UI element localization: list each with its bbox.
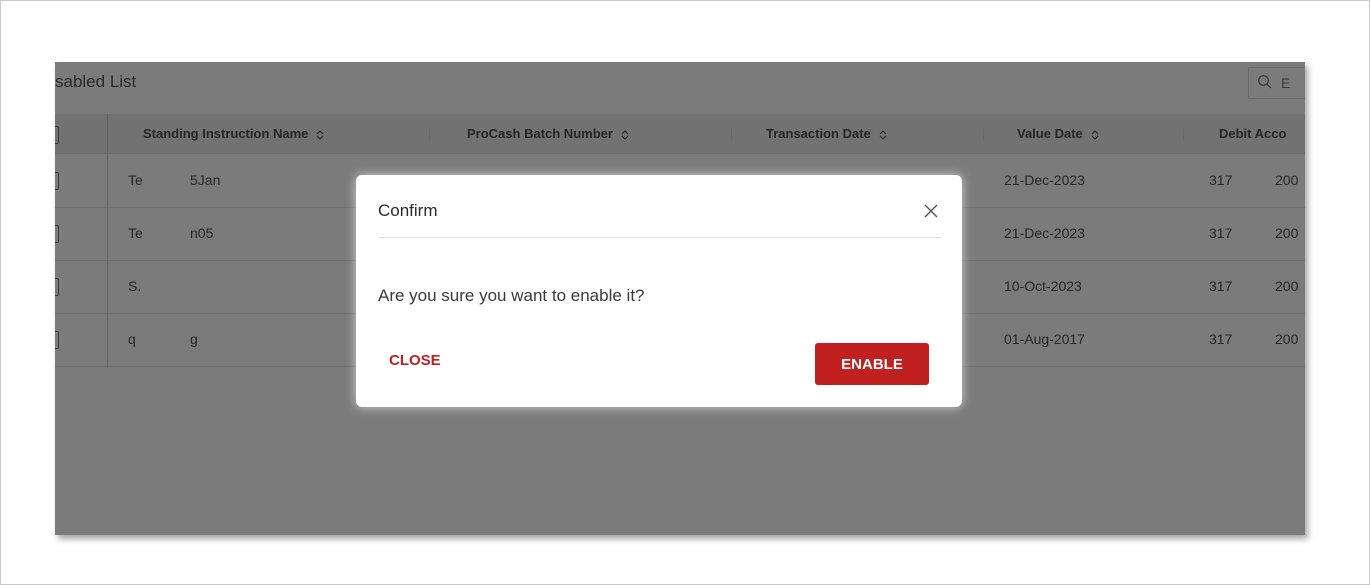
row-checkbox[interactable]	[55, 278, 59, 296]
search-text: E	[1281, 75, 1291, 91]
cell-debit-account-start: 317	[1209, 331, 1233, 347]
cell-name-end: 5Jan	[190, 172, 221, 188]
column-separator	[731, 128, 732, 140]
search-input[interactable]: E	[1248, 67, 1305, 99]
cell-name-start: q	[128, 331, 136, 347]
search-icon	[1258, 75, 1272, 89]
dialog-message: Are you sure you want to enable it?	[378, 286, 645, 305]
row-checkbox[interactable]	[55, 331, 59, 349]
panel-title: sabled List	[55, 72, 137, 91]
column-header-label: Value Date	[1017, 126, 1083, 141]
cell-debit-account-end: 200	[1275, 172, 1299, 188]
cell-name-start: S.	[128, 278, 142, 294]
cell-name-end: n05	[190, 225, 214, 241]
sort-icon	[1091, 129, 1099, 140]
row-checkbox[interactable]	[55, 225, 59, 243]
column-header-transaction-date[interactable]: Transaction Date	[766, 114, 887, 153]
cell-debit-account-end: 200	[1275, 331, 1299, 347]
cell-name-start: Te	[128, 225, 143, 241]
select-all-checkbox[interactable]	[55, 126, 59, 144]
sort-icon	[621, 129, 629, 140]
enable-button[interactable]: ENABLE	[815, 343, 929, 385]
column-header-label: Transaction Date	[766, 126, 871, 141]
column-separator	[429, 128, 430, 140]
column-header-debit-account[interactable]: Debit Acco	[1219, 114, 1286, 153]
cell-value-date: 10-Oct-2023	[1004, 278, 1082, 294]
column-header-value-date[interactable]: Value Date	[1017, 114, 1099, 153]
column-separator	[1183, 128, 1184, 140]
close-button[interactable]: CLOSE	[389, 352, 441, 369]
checkbox-column-divider	[107, 114, 108, 368]
sort-icon	[879, 129, 887, 140]
column-header-procash-batch-number[interactable]: ProCash Batch Number	[467, 114, 629, 153]
cell-value-date: 21-Dec-2023	[1004, 172, 1085, 188]
cell-debit-account-start: 317	[1209, 278, 1233, 294]
confirm-dialog: Confirm Are you sure you want to enable …	[356, 175, 962, 407]
cell-debit-account-end: 200	[1275, 278, 1299, 294]
table-header: Standing Instruction Name ProCash Batch …	[55, 114, 1305, 154]
column-header-label: Standing Instruction Name	[143, 126, 309, 141]
dialog-title: Confirm	[378, 201, 438, 220]
cell-name-start: Te	[128, 172, 143, 188]
column-separator	[983, 128, 984, 140]
cell-debit-account-start: 317	[1209, 172, 1233, 188]
dialog-divider	[378, 237, 942, 238]
cell-name-end: g	[190, 331, 198, 347]
cell-debit-account-start: 317	[1209, 225, 1233, 241]
cell-debit-account-end: 200	[1275, 225, 1299, 241]
close-icon[interactable]	[922, 202, 940, 220]
column-header-standing-instruction-name[interactable]: Standing Instruction Name	[143, 114, 324, 153]
cell-value-date: 21-Dec-2023	[1004, 225, 1085, 241]
column-header-label: ProCash Batch Number	[467, 126, 613, 141]
cell-value-date: 01-Aug-2017	[1004, 331, 1085, 347]
row-checkbox[interactable]	[55, 172, 59, 190]
sort-icon	[317, 129, 324, 140]
